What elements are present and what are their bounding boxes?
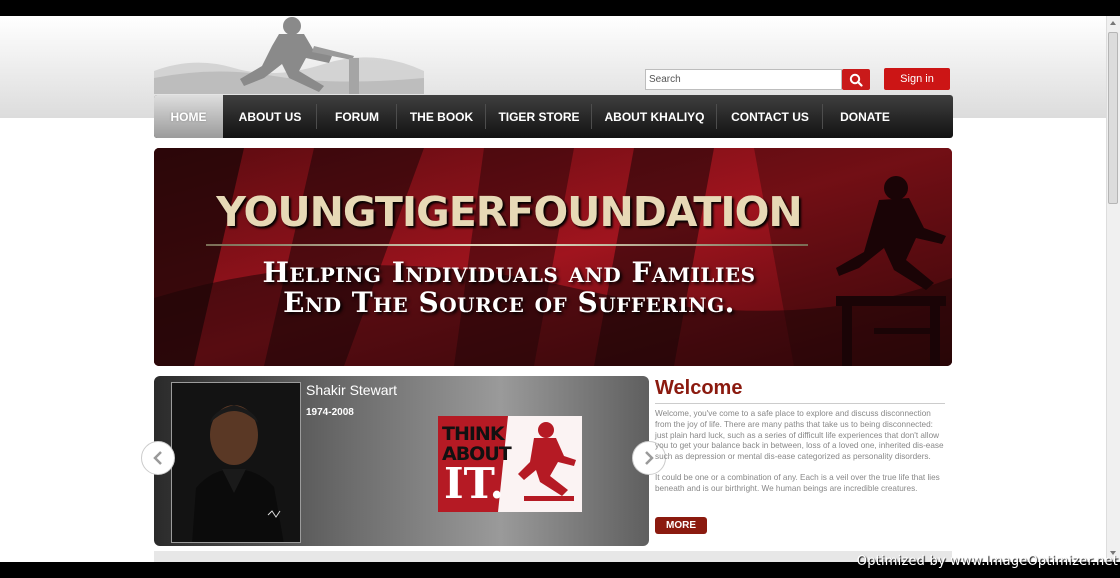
scrollbar-thumb[interactable] (1108, 32, 1118, 204)
welcome-paragraph-2: It could be one or a combination of any.… (655, 472, 940, 493)
more-button[interactable]: MORE (655, 517, 707, 534)
person-portrait-image (172, 383, 300, 542)
chevron-left-icon (153, 451, 162, 465)
search-icon (849, 73, 863, 87)
nav-item-tiger-store[interactable]: TIGER STORE (486, 95, 592, 138)
think-line-1: THINK (442, 423, 505, 445)
nav-item-contact-us[interactable]: CONTACT US (717, 95, 823, 138)
think-line-3: IT. (444, 459, 505, 508)
footer-strip (154, 551, 952, 562)
hero-title: YOUNGTIGERFOUNDATION (216, 188, 803, 236)
search-button[interactable] (842, 69, 870, 90)
welcome-title: Welcome (655, 377, 945, 404)
hero-banner: YOUNGTIGERFOUNDATION Helping Individuals… (154, 148, 952, 366)
nav-item-the-book[interactable]: THE BOOK (397, 95, 486, 138)
think-about-text: THINK ABOUT (442, 423, 512, 464)
slider-prev-button[interactable] (141, 441, 175, 475)
watermark-text: Optimized by www.ImageOptimizer.net (856, 554, 1118, 569)
featured-slider: Shakir Stewart 1974-2008 THINK ABOUT IT. (154, 376, 649, 546)
nav-item-donate[interactable]: DONATE (823, 95, 907, 138)
nav-item-about-khaliyq[interactable]: ABOUT KHALIYQ (592, 95, 717, 138)
nav-item-home[interactable]: HOME (154, 95, 223, 138)
nav-item-about-us[interactable]: ABOUT US (223, 95, 317, 138)
chevron-right-icon (645, 451, 654, 465)
search-input[interactable] (645, 69, 842, 90)
hero-subtitle: Helping Individuals and Families End The… (194, 258, 824, 318)
hero-subtitle-line-2: End The Source of Suffering. (283, 286, 735, 319)
hero-divider (206, 244, 808, 246)
main-nav: HOME ABOUT US FORUM THE BOOK TIGER STORE… (154, 95, 953, 138)
hero-subtitle-line-1: Helping Individuals and Families (262, 256, 756, 289)
profile-photo (171, 382, 301, 543)
sign-in-button[interactable]: Sign in (884, 68, 950, 90)
header-hurdler-graphic (154, 17, 424, 94)
scroll-up-arrow-icon[interactable] (1108, 18, 1118, 28)
window-top-bar (0, 0, 1120, 16)
slide-person-years: 1974-2008 (306, 407, 354, 418)
nav-item-forum[interactable]: FORUM (317, 95, 397, 138)
welcome-section: Welcome Welcome, you've come to a safe p… (655, 377, 945, 495)
welcome-paragraph-1: Welcome, you've come to a safe place to … (655, 409, 944, 462)
think-about-it-graphic: THINK ABOUT IT. (438, 416, 582, 512)
slide-person-name: Shakir Stewart (306, 382, 398, 398)
